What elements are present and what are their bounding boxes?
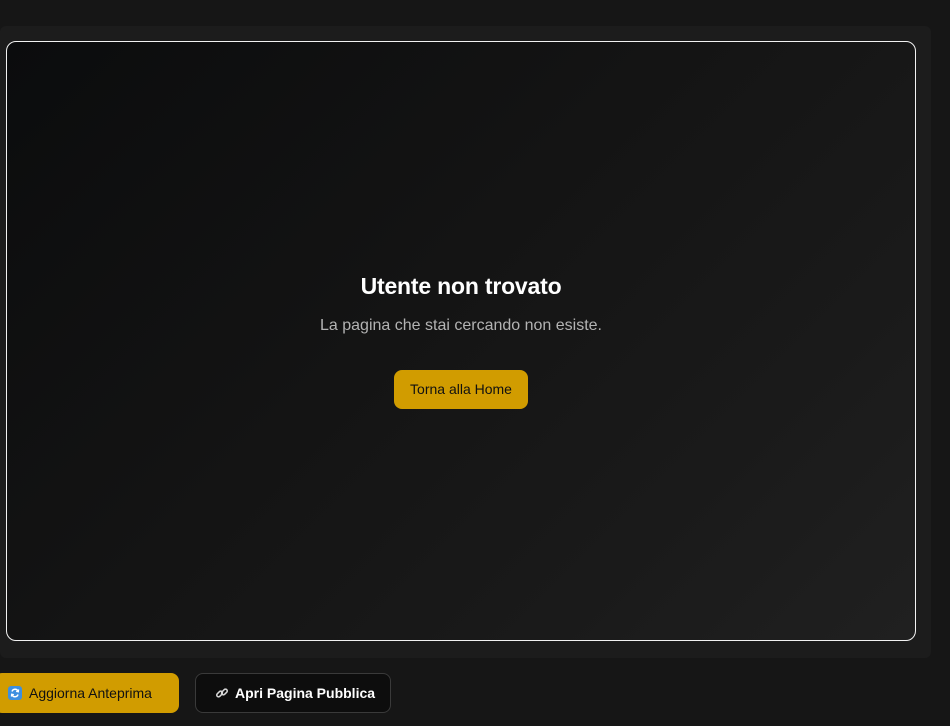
preview-panel: Utente non trovato La pagina che stai ce… bbox=[0, 26, 931, 658]
home-button[interactable]: Torna alla Home bbox=[394, 370, 528, 409]
link-icon bbox=[215, 676, 229, 698]
not-found-message: Utente non trovato La pagina che stai ce… bbox=[7, 271, 915, 409]
not-found-title: Utente non trovato bbox=[360, 273, 562, 299]
page: Utente non trovato La pagina che stai ce… bbox=[0, 0, 950, 726]
preview-frame: Utente non trovato La pagina che stai ce… bbox=[6, 41, 916, 641]
open-public-page-label: Apri Pagina Pubblica bbox=[235, 685, 376, 701]
preview-toolbar: Aggiorna Anteprima Apri Pagina Pubblica bbox=[0, 673, 950, 713]
refresh-preview-button[interactable]: Aggiorna Anteprima bbox=[0, 673, 179, 713]
open-public-page-button[interactable]: Apri Pagina Pubblica bbox=[195, 673, 391, 713]
not-found-subtitle: La pagina che stai cercando non esiste. bbox=[320, 317, 602, 334]
refresh-icon bbox=[8, 686, 22, 700]
refresh-preview-label: Aggiorna Anteprima bbox=[29, 685, 152, 701]
